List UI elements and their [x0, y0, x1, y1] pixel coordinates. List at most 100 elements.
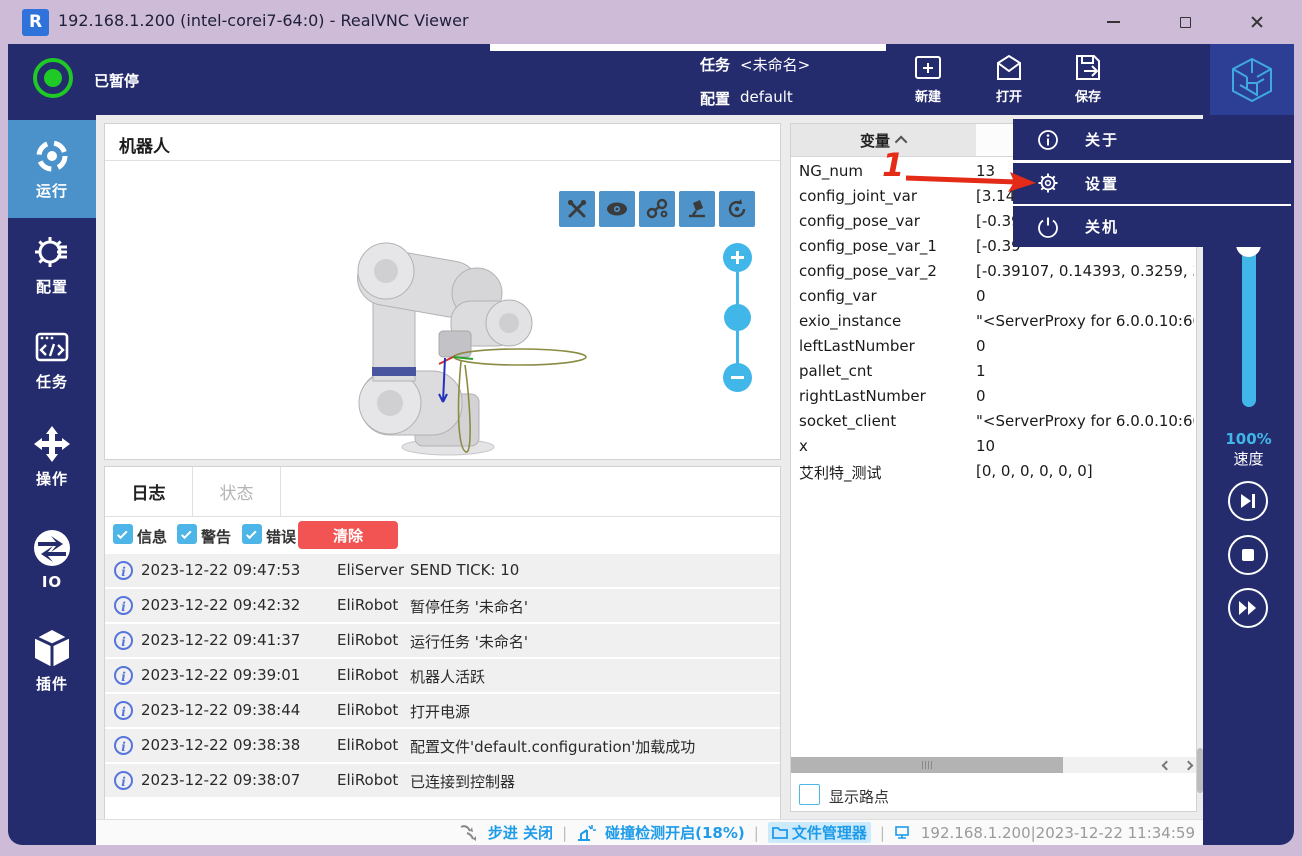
- sidebar-item-config[interactable]: 配置: [8, 233, 96, 297]
- new-task-button[interactable]: 新建: [895, 52, 961, 110]
- log-entry[interactable]: i 2023-12-22 09:39:01 EliRobot 机器人活跃: [105, 659, 780, 692]
- filter-info-label: 信息: [137, 526, 167, 547]
- open-file-icon: [993, 52, 1025, 84]
- tab-status[interactable]: 状态: [193, 467, 281, 516]
- log-entry[interactable]: i 2023-12-22 09:38:44 EliRobot 打开电源: [105, 694, 780, 727]
- sidebar-item-label: 运行: [36, 180, 68, 201]
- fast-forward-button[interactable]: [1228, 588, 1268, 628]
- step-next-button[interactable]: [1228, 481, 1268, 521]
- realvnc-logo-icon: R: [22, 9, 49, 36]
- scroll-right-icon[interactable]: [1184, 760, 1194, 770]
- clear-log-button[interactable]: 清除: [298, 521, 398, 549]
- settings-gear-icon: [1037, 172, 1059, 194]
- fast-forward-icon: [1238, 600, 1258, 616]
- power-icon: [1037, 216, 1059, 238]
- variable-row[interactable]: leftLastNumber0: [791, 334, 1196, 359]
- close-button[interactable]: [1234, 0, 1280, 44]
- rotate-center-icon: [725, 197, 749, 221]
- variable-row[interactable]: exio_instance"<ServerProxy for 6.0.0.10:…: [791, 309, 1196, 334]
- speed-slider-track[interactable]: [1242, 235, 1256, 407]
- zoom-in-button[interactable]: [723, 243, 752, 272]
- maximize-button[interactable]: [1162, 0, 1208, 44]
- connection-address-time: 192.168.1.200|2023-12-22 11:34:59: [921, 824, 1195, 842]
- log-message: 已连接到控制器: [410, 771, 515, 792]
- window-title: 192.168.1.200 (intel-corei7-64:0) - Real…: [58, 11, 469, 30]
- jog-arrows-icon: [33, 425, 71, 463]
- log-time: 2023-12-22 09:39:01: [141, 666, 300, 684]
- menu-item-about[interactable]: 关于: [1013, 119, 1291, 160]
- view-visibility-button[interactable]: [599, 191, 635, 227]
- view-path-button[interactable]: [639, 191, 675, 227]
- config-name-value: default: [740, 88, 793, 106]
- variable-row[interactable]: 艾利特_测试[0, 0, 0, 0, 0, 0]: [791, 459, 1196, 484]
- brand-menu-button[interactable]: [1210, 44, 1294, 115]
- log-entry[interactable]: i 2023-12-22 09:38:38 EliRobot 配置文件'defa…: [105, 729, 780, 762]
- view-erase-button[interactable]: [679, 191, 715, 227]
- collision-detect-status[interactable]: 碰撞检测开启(18%): [605, 822, 745, 843]
- eye-icon: [605, 197, 629, 221]
- log-entry[interactable]: i 2023-12-22 09:38:07 EliRobot 已连接到控制器: [105, 764, 780, 797]
- variable-row[interactable]: config_var0: [791, 284, 1196, 309]
- log-entry[interactable]: i 2023-12-22 09:41:37 EliRobot 运行任务 '未命名…: [105, 624, 780, 657]
- info-icon: i: [114, 666, 133, 685]
- render-artifact-strip: [490, 44, 886, 51]
- sidebar-item-operate[interactable]: 操作: [8, 425, 96, 489]
- info-icon: i: [114, 701, 133, 720]
- variable-row[interactable]: rightLastNumber0: [791, 384, 1196, 409]
- collision-detect-icon: [576, 824, 596, 842]
- minimize-button[interactable]: [1090, 0, 1136, 44]
- filter-warning-checkbox[interactable]: [177, 524, 197, 544]
- log-time: 2023-12-22 09:38:38: [141, 736, 300, 754]
- open-task-label: 打开: [996, 86, 1022, 105]
- file-manager-label: 文件管理器: [792, 822, 867, 843]
- log-entry[interactable]: i 2023-12-22 09:47:53 EliServer SEND TIC…: [105, 554, 780, 587]
- plus-icon: [730, 250, 745, 265]
- title-bar[interactable]: R 192.168.1.200 (intel-corei7-64:0) - Re…: [0, 0, 1302, 44]
- sidebar-item-plugin[interactable]: 插件: [8, 628, 96, 694]
- zoom-out-button[interactable]: [723, 363, 752, 392]
- robot-state-indicator[interactable]: [33, 58, 73, 98]
- scroll-left-icon[interactable]: [1162, 760, 1172, 770]
- show-waypoints-label: 显示路点: [829, 786, 889, 807]
- menu-item-settings[interactable]: 设置: [1013, 163, 1291, 204]
- step-mode-status[interactable]: 步进 关闭: [488, 822, 553, 843]
- filter-error-checkbox[interactable]: [242, 524, 262, 544]
- file-manager-button[interactable]: 文件管理器: [768, 822, 871, 843]
- skip-next-icon: [1239, 493, 1257, 509]
- info-icon: i: [114, 561, 133, 580]
- sidebar-item-run[interactable]: 运行: [8, 120, 96, 218]
- save-task-label: 保存: [1075, 86, 1101, 105]
- variables-hscrollbar[interactable]: [791, 757, 1196, 773]
- tab-log[interactable]: 日志: [105, 467, 193, 516]
- variable-row[interactable]: socket_client"<ServerProxy for 6.0.0.10:…: [791, 409, 1196, 434]
- filter-info-checkbox[interactable]: [113, 524, 133, 544]
- log-entry[interactable]: i 2023-12-22 09:42:32 EliRobot 暂停任务 '未命名…: [105, 589, 780, 622]
- sidebar-item-io[interactable]: IO: [8, 528, 96, 591]
- variables-header-label: 变量: [860, 130, 890, 151]
- log-source: EliRobot: [337, 631, 398, 649]
- view-tools-button[interactable]: [559, 191, 595, 227]
- view-reset-rotation-button[interactable]: [719, 191, 755, 227]
- new-file-icon: [912, 52, 944, 84]
- sidebar-item-task[interactable]: 任务: [8, 328, 96, 392]
- log-panel: 日志 状态 信息 警告 错误 清除 i 2023-12-22 09:47:53 …: [104, 466, 781, 820]
- zoom-slider-thumb[interactable]: [724, 304, 751, 331]
- menu-item-label: 关机: [1085, 216, 1119, 237]
- about-info-icon: [1037, 129, 1059, 151]
- variable-row[interactable]: pallet_cnt1: [791, 359, 1196, 384]
- log-source: EliRobot: [337, 596, 398, 614]
- speed-percent: 100%: [1203, 430, 1294, 448]
- log-source: EliRobot: [337, 771, 398, 789]
- stop-button[interactable]: [1228, 535, 1268, 575]
- app-top-bar: 已暂停 任务 <未命名> 配置 default 新建 打开 保存: [8, 44, 1294, 115]
- variables-header[interactable]: 变量: [791, 124, 976, 157]
- show-waypoints-checkbox[interactable]: [799, 784, 820, 805]
- variable-row[interactable]: x10: [791, 434, 1196, 459]
- menu-item-shutdown[interactable]: 关机: [1013, 206, 1291, 247]
- open-task-button[interactable]: 打开: [976, 52, 1042, 110]
- variable-row[interactable]: config_pose_var_2[-0.39107, 0.14393, 0.3…: [791, 259, 1196, 284]
- hscrollbar-thumb[interactable]: [791, 757, 1063, 773]
- save-task-button[interactable]: 保存: [1055, 52, 1121, 110]
- divider: [105, 516, 780, 517]
- check-icon: [181, 528, 192, 539]
